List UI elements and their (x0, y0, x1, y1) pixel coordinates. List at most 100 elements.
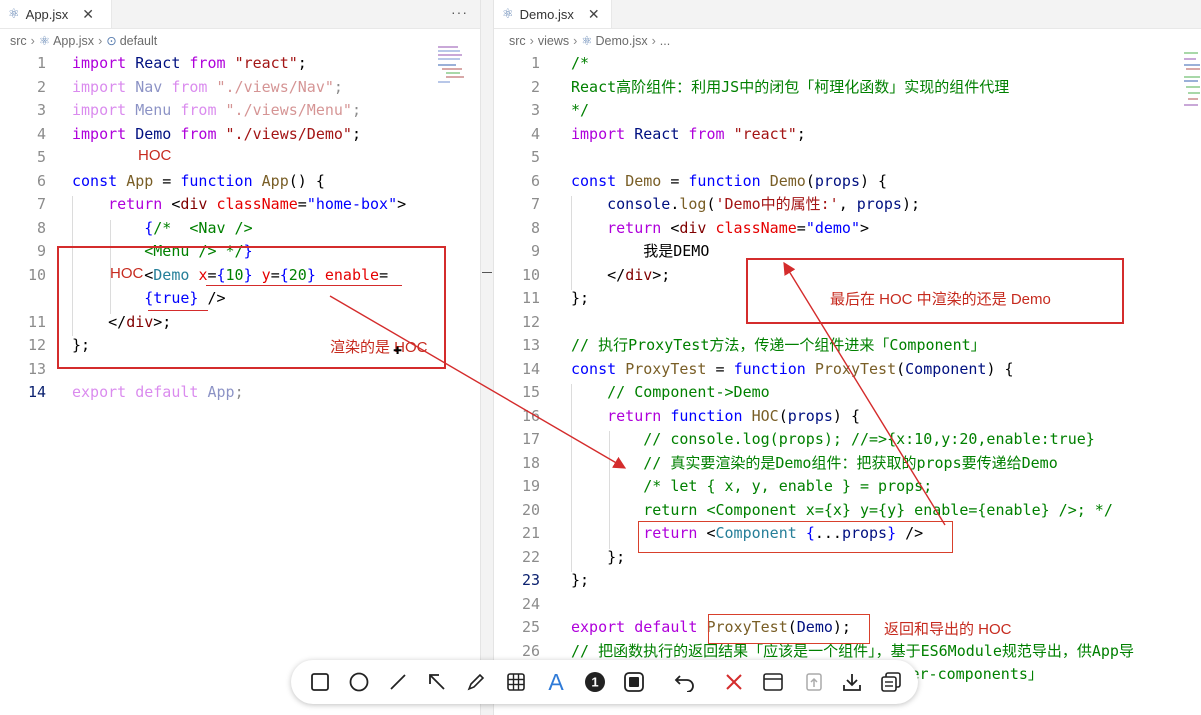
mosaic-tool-icon[interactable] (501, 667, 531, 697)
breadcrumb-item[interactable]: default (120, 34, 158, 48)
line-number: 18 (521, 453, 540, 472)
close-icon[interactable]: ✕ (588, 6, 600, 23)
code-text: return <div className="demo"> (571, 217, 869, 241)
breadcrumb-item[interactable]: views (538, 34, 569, 48)
code-token: ); (901, 195, 920, 213)
code-token: const (72, 171, 118, 190)
pencil-tool-icon[interactable] (461, 667, 491, 697)
code-text: // 真实要渲染的是Demo组件：把获取的props要传递给Demo (571, 452, 1058, 476)
hoc-annotation-top: HOC (138, 147, 172, 164)
more-actions-icon[interactable]: ··· (451, 4, 468, 20)
annotation-box-return-component (638, 521, 953, 553)
code-token: from (180, 101, 217, 119)
minimap[interactable] (438, 46, 468, 86)
editor-split-divider[interactable] (480, 0, 494, 715)
close-icon[interactable]: ✕ (82, 6, 94, 23)
chevron-right-icon: › (30, 34, 35, 48)
code-token: ; (333, 77, 343, 96)
minimap-line (1184, 58, 1196, 60)
arrow-tool-icon[interactable] (422, 667, 452, 697)
ellipse-tool-icon[interactable] (344, 667, 374, 697)
undo-icon[interactable] (670, 667, 700, 697)
code-token: = (706, 359, 734, 378)
number-marker-tool-icon[interactable]: 1 (580, 667, 610, 697)
line-number: 11 (521, 289, 540, 307)
breadcrumb: src › views › ⚛ Demo.jsx ›... (509, 33, 670, 48)
text-tool-icon[interactable]: A (541, 667, 571, 697)
code-text: return <div className="home-box"> (72, 193, 406, 217)
code-text: /* let { x, y, enable } = props; (571, 475, 932, 499)
divider-handle[interactable] (482, 272, 492, 273)
code-token: ; (297, 54, 307, 72)
code-token: React高阶组件：利用JS中的闭包「柯理化函数」实现的组件代理 (571, 77, 1010, 96)
line-number: 5 (36, 148, 46, 166)
render-note: 渲染的是 HOC (330, 339, 428, 356)
tab-demo-jsx[interactable]: ⚛ Demo.jsx ✕ (494, 0, 612, 28)
code-token: ProxyTest (814, 359, 897, 378)
line-number: 16 (521, 406, 540, 425)
code-token: // 真实要渲染的是Demo组件：把获取的props要传递给Demo (643, 453, 1058, 472)
copy-icon[interactable] (876, 667, 906, 697)
line-number: 7 (36, 195, 46, 213)
rectangle-tool-icon[interactable] (305, 667, 335, 697)
code-token: }; (571, 547, 626, 566)
code-text: */ (571, 99, 589, 123)
highlight-tool-icon[interactable] (619, 667, 649, 697)
download-icon[interactable] (837, 667, 867, 697)
code-token: "home-box" (306, 195, 398, 213)
breadcrumb-item[interactable]: Demo.jsx (596, 34, 648, 48)
right-editor-pane[interactable]: ⚛ Demo.jsx ✕ src › views › ⚛ Demo.jsx ›... 1 /*… (494, 0, 1201, 715)
code-token: // 执行ProxyTest方法，传递一个组件进来「Component」 (571, 336, 986, 354)
line-number: 13 (27, 359, 46, 378)
pin-icon[interactable] (799, 667, 829, 697)
tab-label: App.jsx (25, 6, 69, 22)
react-atom-icon: ⚛ (8, 6, 20, 21)
line-number: 3 (36, 101, 46, 119)
minimap-line (1188, 92, 1200, 94)
code-token: function (180, 171, 253, 190)
window-capture-icon[interactable] (758, 667, 788, 697)
line-number: 24 (521, 594, 540, 613)
line-tool-icon[interactable] (383, 667, 413, 697)
code-token: export (571, 618, 626, 636)
code-token: // Component->Demo (607, 383, 770, 401)
code-token: ( (805, 171, 815, 190)
minimap[interactable] (1184, 52, 1201, 108)
tab-app-jsx[interactable]: ⚛ App.jsx ✕ (0, 0, 112, 28)
code-token: "demo" (805, 218, 860, 237)
line-number: 19 (521, 477, 540, 495)
line-number: 10 (27, 265, 46, 284)
breadcrumb-item[interactable]: App.jsx (53, 34, 94, 48)
react-atom-icon: ⚛ (38, 34, 51, 48)
code-token: >; (652, 265, 671, 284)
minimap-line (438, 64, 456, 66)
cancel-icon[interactable] (719, 667, 749, 697)
minimap-line (1186, 68, 1200, 70)
breadcrumb-item[interactable]: ... (660, 34, 670, 48)
minimap-line (438, 58, 460, 60)
line-number: 21 (521, 524, 540, 542)
code-token: return (108, 195, 163, 213)
code-token: div (180, 195, 208, 213)
line-number: 9 (36, 242, 46, 260)
line-number: 20 (521, 500, 540, 519)
breadcrumb: src › ⚛ App.jsx › ⊙ default (10, 33, 157, 48)
symbol-icon: ⊙ (106, 34, 117, 48)
breadcrumb-item[interactable]: src (10, 34, 27, 48)
line-number: 4 (530, 124, 540, 143)
code-text: /* (571, 52, 589, 76)
line-number: 14 (27, 383, 46, 401)
breadcrumb-item[interactable]: src (509, 34, 526, 48)
